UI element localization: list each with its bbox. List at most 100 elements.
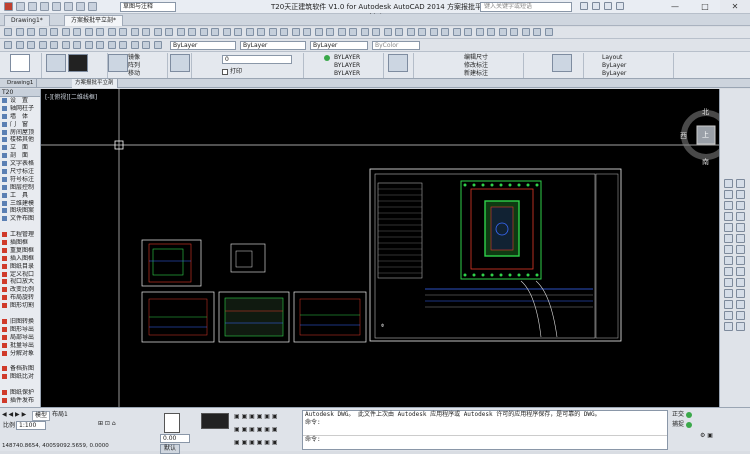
minimize-button[interactable]: — xyxy=(660,0,690,13)
draw-tool-icon[interactable] xyxy=(724,201,733,210)
toolbar-tool-icon[interactable] xyxy=(406,28,415,36)
palette-item[interactable]: 备档拆图 xyxy=(0,365,40,373)
palette-item[interactable]: 重复图框 xyxy=(0,247,40,255)
toolbar-tool-icon[interactable] xyxy=(50,41,58,49)
maximize-button[interactable]: □ xyxy=(690,0,720,13)
status-tray-icons[interactable]: ⚙ ▣ xyxy=(700,432,713,440)
toolbar-tool-icon[interactable] xyxy=(73,28,81,36)
insert-block-icon[interactable] xyxy=(552,54,572,72)
draw-tool-icon[interactable] xyxy=(736,179,745,188)
tool-grid-icons-2[interactable]: ▣ ▣ ▣ ▣ ▣ ▣ xyxy=(234,426,278,434)
tool-grid-icons[interactable]: ▣ ▣ ▣ ▣ ▣ ▣ xyxy=(234,413,278,421)
draw-tool-icon[interactable] xyxy=(736,278,745,287)
toolbar-tool-icon[interactable] xyxy=(130,28,139,36)
toolbar-tool-icon[interactable] xyxy=(96,28,104,36)
palette-item[interactable]: 分解对象 xyxy=(0,350,40,358)
plotstyle-dropdown[interactable]: ByColor xyxy=(372,41,420,50)
palette-item[interactable]: 插入图框 xyxy=(0,255,40,263)
draw-tool-icon[interactable] xyxy=(736,289,745,298)
redo-icon[interactable] xyxy=(88,2,97,11)
toolbar-tool-icon[interactable] xyxy=(314,28,323,36)
palette-item[interactable]: 图形切割 xyxy=(0,302,40,310)
toolbar-tool-icon[interactable] xyxy=(84,41,93,49)
toolbar-tool-icon[interactable] xyxy=(27,28,35,36)
toolbar-tool-icon[interactable] xyxy=(533,28,541,36)
palette-item[interactable]: 图层控制 xyxy=(0,184,40,192)
draw-tool-icon[interactable] xyxy=(724,212,733,221)
toolbar-tool-icon[interactable] xyxy=(234,28,242,36)
dim-modify[interactable]: 修改标注 xyxy=(464,62,488,69)
prop-lineweight[interactable]: BYLAYER xyxy=(334,70,360,77)
color-dropdown[interactable]: ByLayer xyxy=(170,41,236,50)
toolbar-tool-icon[interactable] xyxy=(372,28,380,36)
toolbar-tool-icon[interactable] xyxy=(61,41,70,49)
snap-toggle[interactable]: 捕捉 xyxy=(672,421,692,429)
print-icon[interactable] xyxy=(64,2,73,11)
toolbar-tool-icon[interactable] xyxy=(452,28,461,36)
palette-item[interactable]: 设 置 xyxy=(0,97,40,105)
workspace-dropdown[interactable]: 草图与注释 xyxy=(120,2,176,12)
toolbar-tool-icon[interactable] xyxy=(257,28,265,36)
view-label-2[interactable]: ByLayer xyxy=(602,62,626,69)
save-icon[interactable] xyxy=(40,2,49,11)
palette-item[interactable]: 图纸目录 xyxy=(0,263,40,271)
palette-item[interactable]: 视口放大 xyxy=(0,278,40,286)
toolbar-tool-icon[interactable] xyxy=(498,28,507,36)
small-value-field[interactable]: 0.00 xyxy=(160,434,190,443)
toolbar-tool-icon[interactable] xyxy=(84,28,93,36)
toolbar-tool-icon[interactable] xyxy=(38,41,47,49)
palette-item[interactable]: 剖 面 xyxy=(0,152,40,160)
layout-preview-icon[interactable] xyxy=(164,413,180,433)
doc-tab-drawing1[interactable]: Drawing1* xyxy=(4,15,50,26)
palette-item[interactable]: 尺寸标注 xyxy=(0,168,40,176)
viewcube-west[interactable]: 西 xyxy=(680,131,687,141)
prop-color[interactable]: BYLAYER xyxy=(334,54,360,61)
model-tab[interactable]: 模型 xyxy=(32,411,51,421)
toolbar-tool-icon[interactable] xyxy=(165,28,173,36)
palette-item[interactable]: 符号标注 xyxy=(0,176,40,184)
draw-tool-icon[interactable] xyxy=(724,179,733,188)
toolbar-tool-icon[interactable] xyxy=(280,28,288,36)
view-label-1[interactable]: Layout xyxy=(602,54,622,61)
toolbar-tool-icon[interactable] xyxy=(429,28,438,36)
dim-new[interactable]: 新建标注 xyxy=(464,70,488,77)
toolbar-tool-icon[interactable] xyxy=(153,41,162,49)
display-preview-icon[interactable] xyxy=(201,413,229,429)
palette-item[interactable]: 工 具 xyxy=(0,192,40,200)
draw-tool-icon[interactable] xyxy=(736,223,745,232)
toolbar-tool-icon[interactable] xyxy=(153,28,162,36)
search-input[interactable]: 键入关键字或短语 xyxy=(480,2,572,12)
mirror-tool[interactable]: 镜像 xyxy=(128,54,140,61)
draw-tool-icon[interactable] xyxy=(736,245,745,254)
prop-linetype[interactable]: BYLAYER xyxy=(334,62,360,69)
palette-item[interactable]: 三维建模 xyxy=(0,200,40,208)
draw-tool-icon[interactable] xyxy=(724,267,733,276)
move-tool[interactable]: 移动 xyxy=(128,70,140,77)
layout-tab-active[interactable]: 方案报批平立剖 xyxy=(72,79,118,88)
toolbar-tool-icon[interactable] xyxy=(464,28,472,36)
draw-tool-icon[interactable] xyxy=(724,245,733,254)
toolbar-tool-icon[interactable] xyxy=(475,28,484,36)
draw-tool-icon[interactable] xyxy=(724,190,733,199)
command-input[interactable]: 命令: xyxy=(303,435,667,444)
stretch-icon[interactable] xyxy=(170,54,190,72)
draw-tool-icon[interactable] xyxy=(736,322,745,331)
doc-tab-active[interactable]: 方案报批平立剖* xyxy=(64,15,124,26)
toolbar-tool-icon[interactable] xyxy=(142,41,150,49)
toolbar-tool-icon[interactable] xyxy=(15,28,24,36)
toolbar-tool-icon[interactable] xyxy=(349,28,357,36)
viewcube-north[interactable]: 北 xyxy=(702,107,709,117)
toolbar-tool-icon[interactable] xyxy=(4,28,12,36)
toolbar-tool-icon[interactable] xyxy=(96,41,104,49)
draw-tool-icon[interactable] xyxy=(724,311,733,320)
toolbar-tool-icon[interactable] xyxy=(15,41,24,49)
app-menu-icon[interactable] xyxy=(4,2,13,11)
palette-item[interactable]: 局部导出 xyxy=(0,334,40,342)
match-properties-icon[interactable] xyxy=(388,54,408,72)
palette-item[interactable]: 图形导出 xyxy=(0,326,40,334)
toolbar-tool-icon[interactable] xyxy=(142,28,150,36)
layout1-tab[interactable]: 布局1 xyxy=(52,411,68,419)
nav-arrows[interactable]: ◀ ◀ ▶ ▶ xyxy=(2,411,26,419)
toolbar-tool-icon[interactable] xyxy=(337,28,346,36)
draw-tool-icon[interactable] xyxy=(724,278,733,287)
